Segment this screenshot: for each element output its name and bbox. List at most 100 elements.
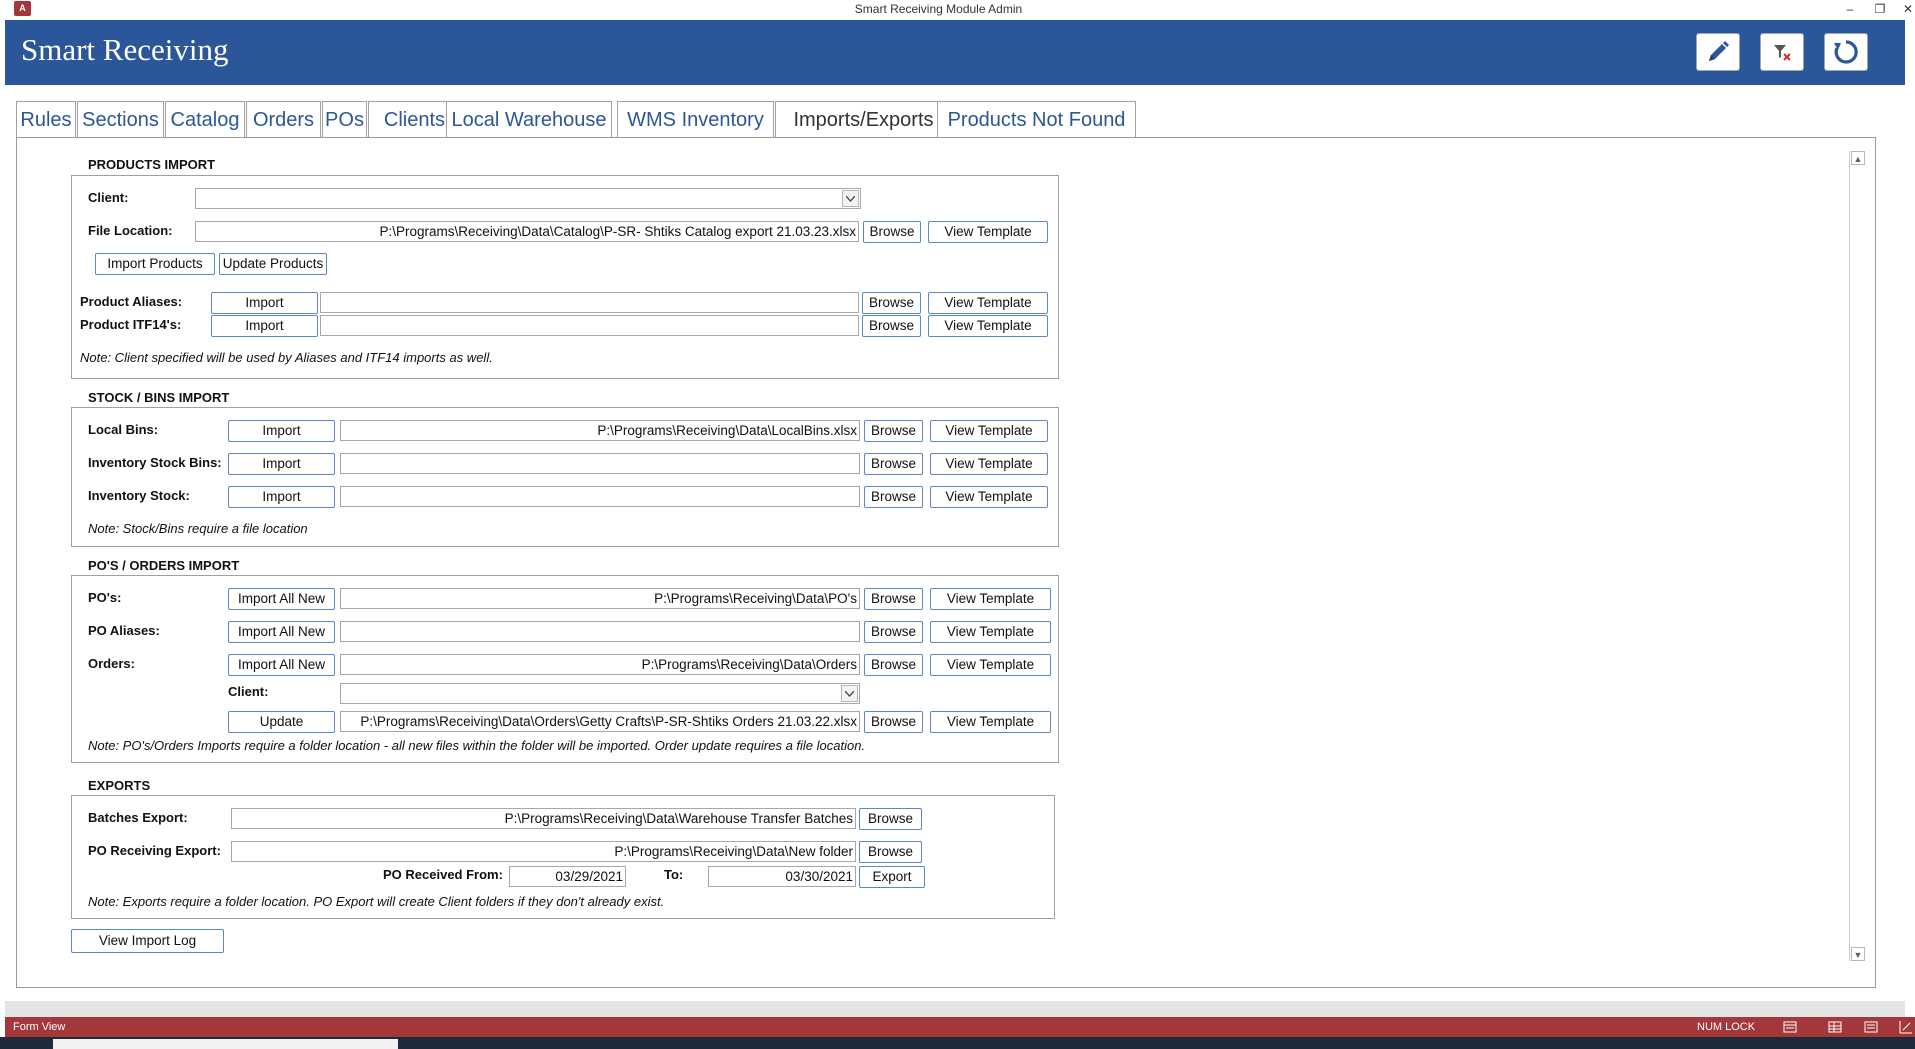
orders-folder-field[interactable]: P:\Programs\Receiving\Data\Orders — [340, 654, 860, 675]
scroll-up-arrow-icon[interactable]: ▲ — [1851, 151, 1865, 165]
browse-update-orders-button[interactable]: Browse — [864, 711, 923, 733]
inventory-stock-bins-file-field[interactable] — [340, 453, 860, 474]
view-template-update-orders-button[interactable]: View Template — [930, 711, 1051, 733]
import-itf14-button[interactable]: Import — [211, 315, 318, 337]
itf14-file-field[interactable] — [320, 315, 859, 336]
browse-aliases-button[interactable]: Browse — [862, 292, 921, 314]
scroll-down-arrow-icon[interactable]: ▼ — [1851, 947, 1865, 961]
products-import-title: PRODUCTS IMPORT — [88, 157, 216, 172]
app-header: Smart Receiving — [5, 20, 1905, 85]
window-title: Smart Receiving Module Admin — [854, 2, 1023, 16]
window-titlebar: A Smart Receiving Module Admin – ❐ ✕ — [0, 0, 1915, 20]
batches-export-label: Batches Export: — [88, 810, 188, 825]
horizontal-scroll-strip — [5, 1001, 1905, 1017]
refresh-button[interactable] — [1824, 33, 1868, 71]
import-products-button[interactable]: Import Products — [95, 253, 215, 275]
inventory-stock-label: Inventory Stock: — [88, 488, 190, 503]
browse-button[interactable]: Browse — [863, 221, 921, 243]
import-local-bins-button[interactable]: Import — [228, 420, 335, 442]
tab-imports-exports[interactable]: Imports/Exports — [775, 101, 952, 139]
status-view-mode: Form View — [13, 1021, 66, 1033]
browse-po-receiving-export-button[interactable]: Browse — [859, 841, 922, 863]
browse-batches-export-button[interactable]: Browse — [859, 808, 922, 830]
orders-client-combobox[interactable] — [340, 683, 860, 704]
tab-catalog[interactable]: Catalog — [165, 101, 245, 138]
po-aliases-label: PO Aliases: — [88, 623, 160, 638]
browse-local-bins-button[interactable]: Browse — [864, 420, 923, 442]
browse-po-aliases-button[interactable]: Browse — [864, 621, 923, 643]
view-template-po-aliases-button[interactable]: View Template — [930, 621, 1051, 643]
refresh-icon — [1834, 40, 1858, 64]
update-orders-file-field[interactable]: P:\Programs\Receiving\Data\Orders\Getty … — [340, 711, 860, 732]
view-template-button[interactable]: View Template — [928, 221, 1048, 243]
form-view-icon[interactable] — [1782, 1019, 1798, 1035]
received-from-date-field[interactable]: 03/29/2021 — [509, 866, 626, 887]
local-bins-file-field[interactable]: P:\Programs\Receiving\Data\LocalBins.xls… — [340, 420, 860, 441]
edit-button[interactable] — [1696, 33, 1740, 71]
aliases-file-field[interactable] — [320, 292, 859, 313]
clear-filters-button[interactable] — [1760, 33, 1804, 71]
layout-view-icon[interactable] — [1863, 1019, 1879, 1035]
view-template-pos-button[interactable]: View Template — [930, 588, 1051, 610]
close-button[interactable]: ✕ — [1895, 0, 1915, 18]
view-template-inventory-stock-bins-button[interactable]: View Template — [930, 453, 1048, 475]
view-template-inventory-stock-button[interactable]: View Template — [930, 486, 1048, 508]
export-button[interactable]: Export — [859, 866, 925, 888]
taskbar-search-box[interactable] — [53, 1039, 398, 1049]
batches-export-folder-field[interactable]: P:\Programs\Receiving\Data\Warehouse Tra… — [231, 808, 856, 829]
view-template-local-bins-button[interactable]: View Template — [930, 420, 1048, 442]
view-template-aliases-button[interactable]: View Template — [928, 292, 1048, 314]
clear-filter-icon — [1774, 45, 1791, 61]
chevron-down-icon[interactable] — [842, 190, 859, 207]
window-left-edge — [0, 20, 5, 1020]
import-all-new-po-aliases-button[interactable]: Import All New — [228, 621, 335, 643]
po-received-from-label: PO Received From: — [383, 867, 503, 882]
inventory-stock-bins-label: Inventory Stock Bins: — [88, 455, 222, 470]
po-orders-note: Note: PO's/Orders Imports require a fold… — [88, 738, 866, 753]
received-to-date-field[interactable]: 03/30/2021 — [708, 866, 856, 887]
view-template-itf14-button[interactable]: View Template — [928, 315, 1048, 337]
local-bins-label: Local Bins: — [88, 422, 159, 437]
tab-local-warehouse[interactable]: Local Warehouse — [446, 101, 612, 138]
browse-inventory-stock-bins-button[interactable]: Browse — [864, 453, 923, 475]
tab-sections[interactable]: Sections — [77, 101, 164, 138]
pos-label: PO's: — [88, 590, 122, 605]
import-all-new-pos-button[interactable]: Import All New — [228, 588, 335, 610]
orders-client-label: Client: — [228, 684, 269, 699]
design-view-icon[interactable] — [1898, 1019, 1914, 1035]
vertical-scrollbar[interactable]: ▲ ▼ — [1849, 151, 1865, 961]
view-import-log-button[interactable]: View Import Log — [71, 929, 224, 953]
minimize-button[interactable]: – — [1837, 0, 1863, 18]
import-all-new-orders-button[interactable]: Import All New — [228, 654, 335, 676]
tab-pos[interactable]: POs — [322, 101, 367, 138]
chevron-down-icon[interactable] — [841, 685, 858, 702]
browse-itf14-button[interactable]: Browse — [862, 315, 921, 337]
tab-products-not-found[interactable]: Products Not Found — [937, 101, 1136, 138]
update-orders-button[interactable]: Update — [228, 711, 335, 733]
tab-wms-inventory[interactable]: WMS Inventory — [617, 101, 774, 138]
datasheet-view-icon[interactable] — [1827, 1019, 1843, 1035]
import-inventory-stock-bins-button[interactable]: Import — [228, 453, 335, 475]
browse-pos-button[interactable]: Browse — [864, 588, 923, 610]
pencil-icon — [1709, 41, 1729, 61]
stock-bins-import-title: STOCK / BINS IMPORT — [88, 390, 230, 405]
inventory-stock-file-field[interactable] — [340, 486, 860, 507]
os-taskbar — [0, 1037, 1915, 1049]
browse-inventory-stock-button[interactable]: Browse — [864, 486, 923, 508]
import-aliases-button[interactable]: Import — [211, 292, 318, 314]
po-aliases-folder-field[interactable] — [340, 621, 860, 642]
file-location-field[interactable]: P:\Programs\Receiving\Data\Catalog\P-SR-… — [195, 221, 859, 242]
po-receiving-export-folder-field[interactable]: P:\Programs\Receiving\Data\New folder — [231, 841, 856, 862]
tab-orders[interactable]: Orders — [246, 101, 321, 138]
client-combobox[interactable] — [195, 188, 861, 209]
num-lock-indicator: NUM LOCK — [1697, 1021, 1756, 1033]
client-label: Client: — [88, 190, 129, 205]
restore-button[interactable]: ❐ — [1867, 0, 1893, 18]
tab-rules[interactable]: Rules — [16, 101, 76, 138]
pos-folder-field[interactable]: P:\Programs\Receiving\Data\PO's — [340, 588, 860, 609]
update-products-button[interactable]: Update Products — [219, 253, 327, 275]
import-inventory-stock-button[interactable]: Import — [228, 486, 335, 508]
view-template-orders-button[interactable]: View Template — [930, 654, 1051, 676]
exports-note: Note: Exports require a folder location.… — [88, 894, 665, 909]
browse-orders-button[interactable]: Browse — [864, 654, 923, 676]
